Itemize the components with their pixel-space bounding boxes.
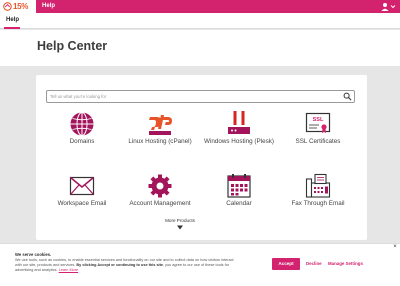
product-label: SSL Certificates (295, 138, 341, 145)
manage-settings-button[interactable]: Manage Settings (328, 258, 363, 270)
search-input[interactable]: Tell us what you're looking for (46, 90, 355, 103)
logo[interactable]: 15% off (0, 0, 36, 24)
product-fax-through-email[interactable]: Fax Through Email (273, 173, 363, 219)
ssl-certificate-icon: SSL (305, 112, 331, 133)
product-label: Linux Hosting (cPanel) (128, 138, 192, 145)
page-title: Help Center (37, 39, 108, 53)
chevron-down-icon[interactable] (176, 225, 184, 230)
product-windows-hosting[interactable]: Windows Hosting (Plesk) (194, 111, 284, 157)
calendar-icon (227, 174, 251, 198)
server-icon (228, 111, 250, 134)
search-icon[interactable] (343, 92, 352, 101)
cookie-text-bold: By clicking Accept or continuing to use … (76, 263, 163, 267)
search-placeholder: Tell us what you're looking for (50, 94, 107, 99)
gear-icon (148, 174, 172, 198)
svg-text:SSL: SSL (313, 117, 324, 123)
envelope-icon (69, 176, 95, 196)
globe-icon (70, 112, 94, 136)
product-domains[interactable]: Domains (37, 111, 127, 157)
product-label: Calendar (226, 200, 252, 207)
product-label: Fax Through Email (291, 200, 345, 207)
top-help-link[interactable]: Help (42, 0, 55, 13)
cookie-title: We serve cookies. (15, 252, 52, 257)
close-icon[interactable]: × (392, 244, 398, 250)
fax-icon (305, 173, 331, 198)
product-workspace-email[interactable]: Workspace Email (37, 173, 127, 219)
active-tab-indicator (4, 27, 20, 29)
decline-button[interactable]: Decline (306, 258, 322, 270)
product-label: Windows Hosting (Plesk) (204, 138, 274, 145)
more-products-button[interactable]: More Products (160, 218, 200, 223)
cookie-text: We use tools, such as cookies, to enable… (15, 258, 240, 273)
cpanel-icon (149, 115, 172, 135)
product-label: Workspace Email (57, 200, 107, 207)
product-linux-hosting[interactable]: Linux Hosting (cPanel) (115, 111, 205, 157)
sub-navigation: Help (0, 13, 400, 29)
top-bar (0, 0, 400, 13)
product-calendar[interactable]: Calendar (194, 173, 284, 219)
accept-button[interactable]: Accept (272, 258, 300, 270)
product-ssl-certificates[interactable]: SSL SSL Certificates (273, 111, 363, 157)
user-icon[interactable] (380, 2, 396, 11)
product-label: Account Management (129, 200, 191, 207)
logo-icon (3, 2, 12, 11)
tab-help[interactable]: Help (6, 13, 19, 27)
learn-more-link[interactable]: Learn More (59, 268, 78, 272)
product-label: Domains (69, 138, 95, 145)
product-account-management[interactable]: Account Management (115, 173, 205, 219)
